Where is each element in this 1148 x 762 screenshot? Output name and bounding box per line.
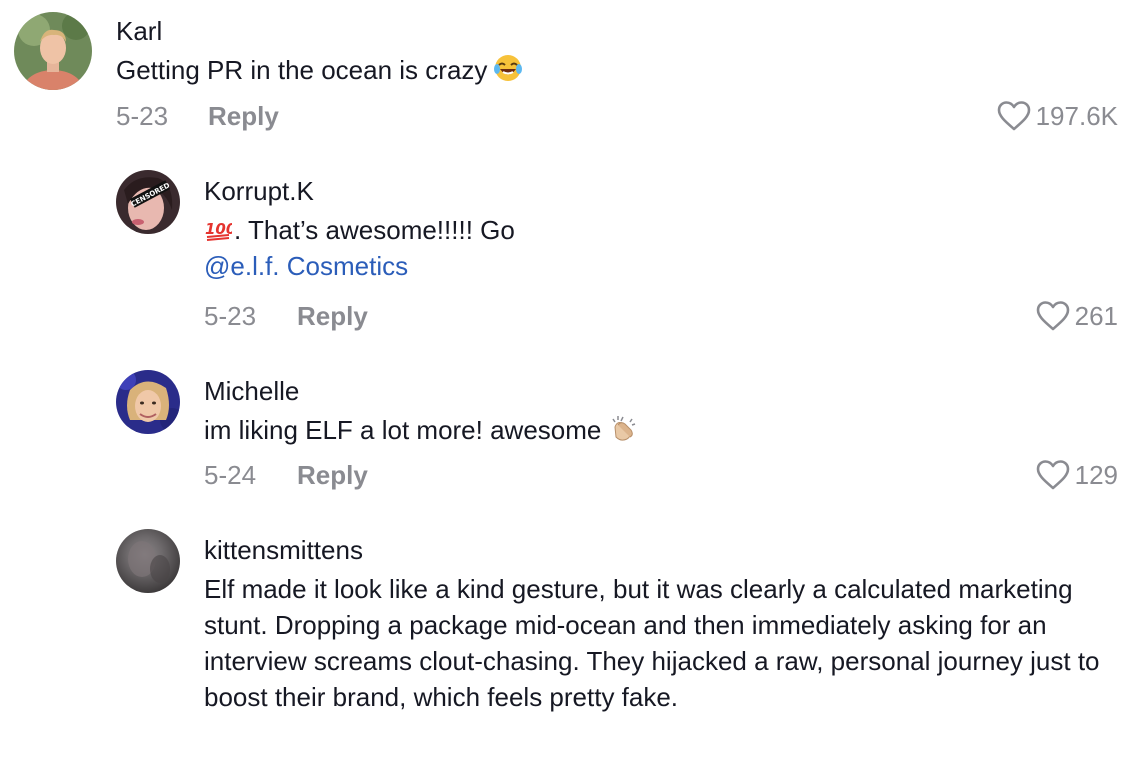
- hundred-points-emoji-icon: 100: [204, 214, 232, 242]
- comment-text: Elf made it look like a kind gesture, bu…: [204, 574, 1100, 712]
- reply-button[interactable]: Reply: [208, 96, 279, 136]
- comment-date: 5-23: [204, 301, 257, 331]
- like-count: 261: [1074, 301, 1118, 331]
- comment-date: 5-24: [204, 460, 257, 490]
- heart-icon: [1035, 300, 1071, 332]
- heart-icon: [1035, 459, 1071, 491]
- comment-username[interactable]: Michelle: [204, 376, 1118, 406]
- like-button[interactable]: 261: [1035, 296, 1118, 336]
- comment-meta: 5-23 Reply 197.6K: [116, 96, 1118, 136]
- comment-text-row: im liking ELF a lot more! awesome: [204, 412, 1118, 448]
- comment-username[interactable]: Korrupt.K: [204, 176, 1118, 206]
- comment-text: . That’s awesome!!!!! Go: [234, 215, 515, 245]
- like-count: 197.6K: [1035, 101, 1118, 131]
- mention-link[interactable]: @e.l.f. Cosmetics: [204, 251, 408, 281]
- comment-text-row: 100. That’s awesome!!!!! Go: [204, 212, 1118, 248]
- like-button[interactable]: 197.6K: [996, 96, 1118, 136]
- avatar[interactable]: CENSORED: [116, 170, 180, 234]
- clapping-hands-emoji-icon: [607, 413, 637, 443]
- comment-username[interactable]: Karl: [116, 16, 1118, 46]
- heart-icon: [996, 100, 1032, 132]
- comment-meta: 5-23 Reply 261: [204, 296, 1118, 336]
- avatar[interactable]: [116, 370, 180, 434]
- like-count: 129: [1074, 460, 1118, 490]
- comment-meta: 5-24 Reply 129: [204, 455, 1118, 495]
- avatar[interactable]: [14, 12, 92, 90]
- like-button[interactable]: 129: [1035, 455, 1118, 495]
- avatar[interactable]: [116, 529, 180, 593]
- reply-button[interactable]: Reply: [297, 296, 368, 336]
- laughing-tears-emoji-icon: [493, 53, 523, 83]
- reply-button[interactable]: Reply: [297, 455, 368, 495]
- comment-date: 5-23: [116, 101, 169, 131]
- comment-username[interactable]: kittensmittens: [204, 535, 1118, 565]
- mention-row: @e.l.f. Cosmetics: [204, 248, 1118, 284]
- comment-text: im liking ELF a lot more! awesome: [204, 415, 602, 445]
- comment-text-row: Getting PR in the ocean is crazy: [116, 52, 1118, 88]
- comment-text: Getting PR in the ocean is crazy: [116, 55, 488, 85]
